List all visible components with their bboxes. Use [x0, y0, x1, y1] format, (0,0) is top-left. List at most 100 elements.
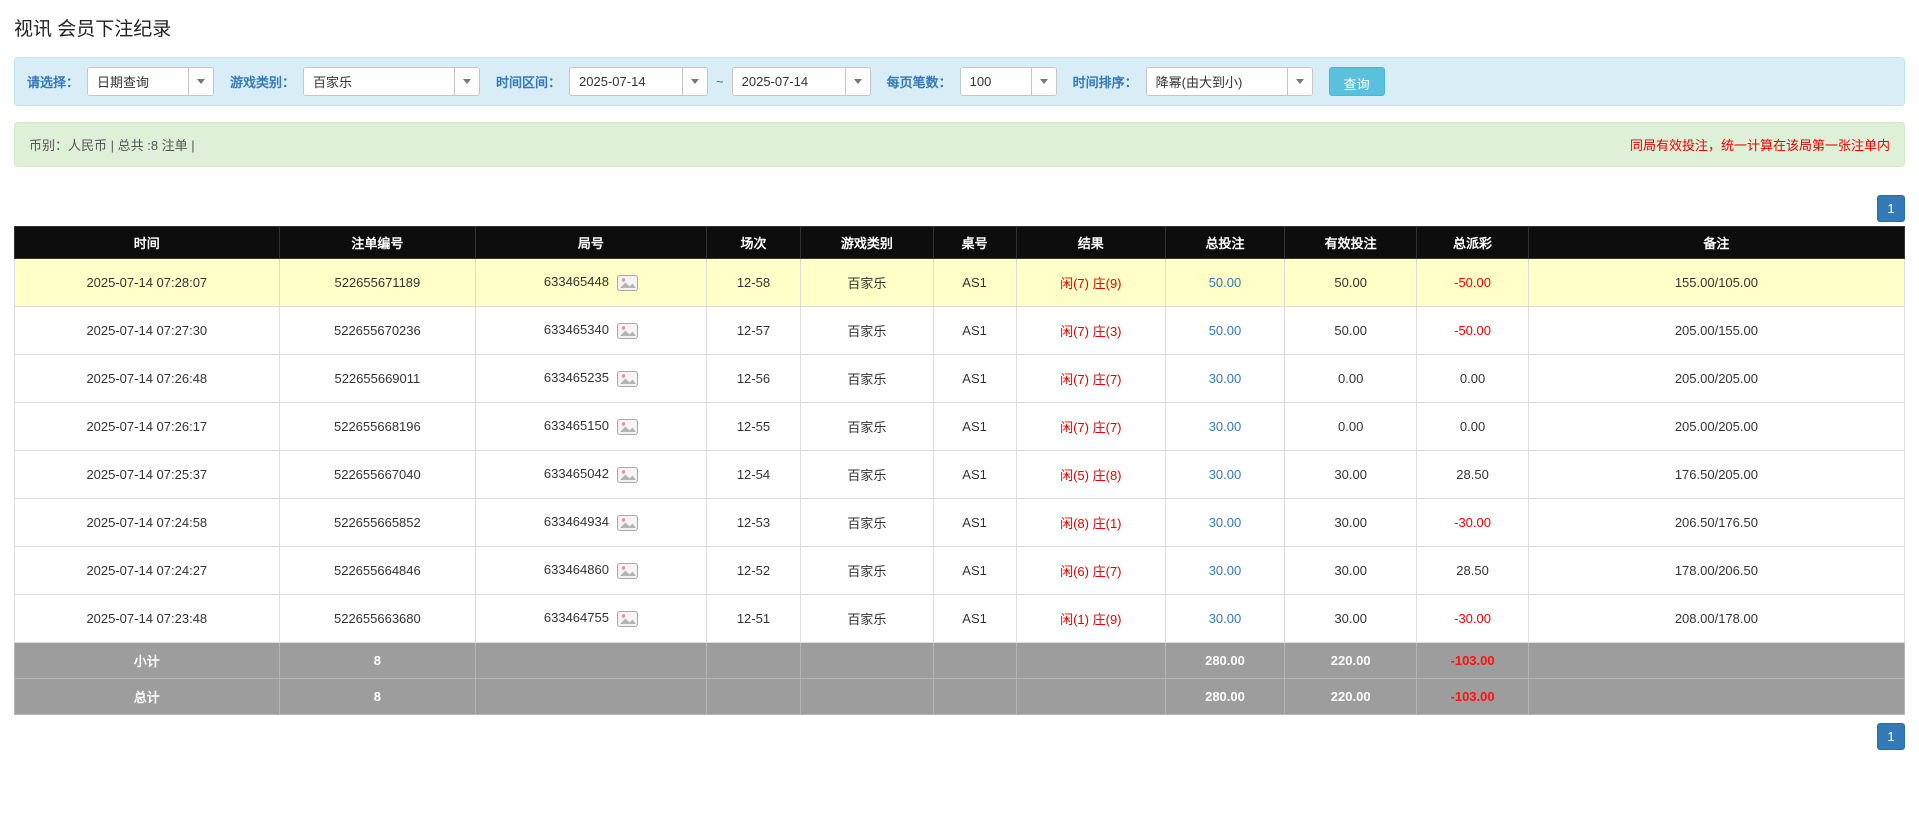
total-total-bet: 280.00: [1165, 679, 1284, 715]
total-row: 总计 8 280.00 220.00 -103.00: [15, 679, 1905, 715]
cell-valid-bet: 0.00: [1285, 403, 1417, 451]
cell-valid-bet: 30.00: [1285, 451, 1417, 499]
cell-total-bet: 30.00: [1165, 547, 1284, 595]
total-bet-link[interactable]: 50.00: [1209, 275, 1242, 290]
result-player: 闲(5): [1060, 468, 1089, 483]
game-type-select[interactable]: [303, 67, 480, 96]
chevron-down-icon[interactable]: [1287, 68, 1312, 95]
sort-select[interactable]: [1146, 67, 1313, 96]
cell-payout: -30.00: [1417, 499, 1529, 547]
cell-remark: 176.50/205.00: [1528, 451, 1904, 499]
cell-table-no: AS1: [933, 451, 1016, 499]
video-replay-icon[interactable]: [617, 323, 638, 339]
chevron-down-icon[interactable]: [188, 68, 213, 95]
subtotal-valid-bet: 220.00: [1285, 643, 1417, 679]
video-replay-icon[interactable]: [617, 467, 638, 483]
total-bet-link[interactable]: 30.00: [1209, 515, 1242, 530]
table-header-row: 时间 注单编号 局号 场次 游戏类别 桌号 结果 总投注 有效投注 总派彩 备注: [15, 227, 1905, 259]
video-replay-icon[interactable]: [617, 611, 638, 627]
chevron-down-icon[interactable]: [845, 68, 870, 95]
table-row: 2025-07-14 07:28:07 522655671189 6334654…: [15, 259, 1905, 307]
subtotal-total-bet: 280.00: [1165, 643, 1284, 679]
page-1-button[interactable]: 1: [1877, 723, 1905, 750]
total-bet-link[interactable]: 30.00: [1209, 467, 1242, 482]
cell-bet-id: 522655671189: [279, 259, 476, 307]
date-to-input[interactable]: [733, 68, 845, 95]
cell-payout: 28.50: [1417, 451, 1529, 499]
cell-result: 闲(8) 庄(1): [1016, 499, 1165, 547]
cell-game-type: 百家乐: [801, 547, 933, 595]
result-banker: 庄(9): [1093, 276, 1122, 291]
total-bet-link[interactable]: 50.00: [1209, 323, 1242, 338]
cell-time: 2025-07-14 07:27:30: [15, 307, 280, 355]
cell-round: 633464934: [476, 499, 707, 547]
table-body: 2025-07-14 07:28:07 522655671189 6334654…: [15, 259, 1905, 643]
cell-remark: 178.00/206.50: [1528, 547, 1904, 595]
cell-remark: 205.00/155.00: [1528, 307, 1904, 355]
cell-empty: [801, 679, 933, 715]
game-type-input[interactable]: [304, 68, 454, 95]
cell-round: 633465042: [476, 451, 707, 499]
date-from-input[interactable]: [570, 68, 682, 95]
page-size-label: 每页笔数：: [887, 72, 952, 91]
chevron-down-icon[interactable]: [682, 68, 707, 95]
page-1-button[interactable]: 1: [1877, 195, 1905, 222]
cell-total-bet: 30.00: [1165, 595, 1284, 643]
chevron-down-icon[interactable]: [454, 68, 479, 95]
cell-valid-bet: 50.00: [1285, 307, 1417, 355]
video-replay-icon[interactable]: [617, 563, 638, 579]
date-from-select[interactable]: [569, 67, 708, 96]
search-button[interactable]: 查询: [1329, 67, 1385, 96]
cell-empty: [706, 643, 800, 679]
round-number: 633464860: [544, 562, 609, 577]
video-replay-icon[interactable]: [617, 371, 638, 387]
date-type-select[interactable]: [87, 67, 214, 96]
date-type-input[interactable]: [88, 68, 188, 95]
page-size-select[interactable]: [960, 67, 1057, 96]
total-bet-link[interactable]: 30.00: [1209, 611, 1242, 626]
chevron-down-icon[interactable]: [1031, 68, 1056, 95]
cell-payout: 0.00: [1417, 403, 1529, 451]
cell-result: 闲(6) 庄(7): [1016, 547, 1165, 595]
sort-input[interactable]: [1147, 68, 1287, 95]
cell-session: 12-52: [706, 547, 800, 595]
video-replay-icon[interactable]: [617, 419, 638, 435]
cell-bet-id: 522655667040: [279, 451, 476, 499]
table-row: 2025-07-14 07:23:48 522655663680 6334647…: [15, 595, 1905, 643]
subtotal-label: 小计: [15, 643, 280, 679]
result-banker: 庄(9): [1093, 612, 1122, 627]
cell-bet-id: 522655670236: [279, 307, 476, 355]
cell-payout: 28.50: [1417, 547, 1529, 595]
table-row: 2025-07-14 07:27:30 522655670236 6334653…: [15, 307, 1905, 355]
time-range-label: 时间区间：: [496, 72, 561, 91]
total-bet-link[interactable]: 30.00: [1209, 563, 1242, 578]
cell-remark: 206.50/176.50: [1528, 499, 1904, 547]
video-replay-icon[interactable]: [617, 515, 638, 531]
cell-bet-id: 522655665852: [279, 499, 476, 547]
video-replay-icon[interactable]: [617, 275, 638, 291]
cell-empty: [1528, 643, 1904, 679]
cell-game-type: 百家乐: [801, 595, 933, 643]
cell-time: 2025-07-14 07:23:48: [15, 595, 280, 643]
cell-table-no: AS1: [933, 259, 1016, 307]
cell-total-bet: 30.00: [1165, 451, 1284, 499]
date-to-select[interactable]: [732, 67, 871, 96]
total-bet-link[interactable]: 30.00: [1209, 371, 1242, 386]
header-session: 场次: [706, 227, 800, 259]
cell-empty: [933, 643, 1016, 679]
cell-round: 633464755: [476, 595, 707, 643]
cell-bet-id: 522655669011: [279, 355, 476, 403]
cell-empty: [706, 679, 800, 715]
cell-game-type: 百家乐: [801, 259, 933, 307]
total-label: 总计: [15, 679, 280, 715]
page-size-input[interactable]: [961, 68, 1031, 95]
cell-total-bet: 30.00: [1165, 499, 1284, 547]
result-player: 闲(6): [1060, 564, 1089, 579]
cell-table-no: AS1: [933, 403, 1016, 451]
round-number: 633465235: [544, 370, 609, 385]
cell-remark: 205.00/205.00: [1528, 403, 1904, 451]
round-number: 633465042: [544, 466, 609, 481]
total-bet-link[interactable]: 30.00: [1209, 419, 1242, 434]
result-player: 闲(7): [1060, 372, 1089, 387]
cell-table-no: AS1: [933, 355, 1016, 403]
